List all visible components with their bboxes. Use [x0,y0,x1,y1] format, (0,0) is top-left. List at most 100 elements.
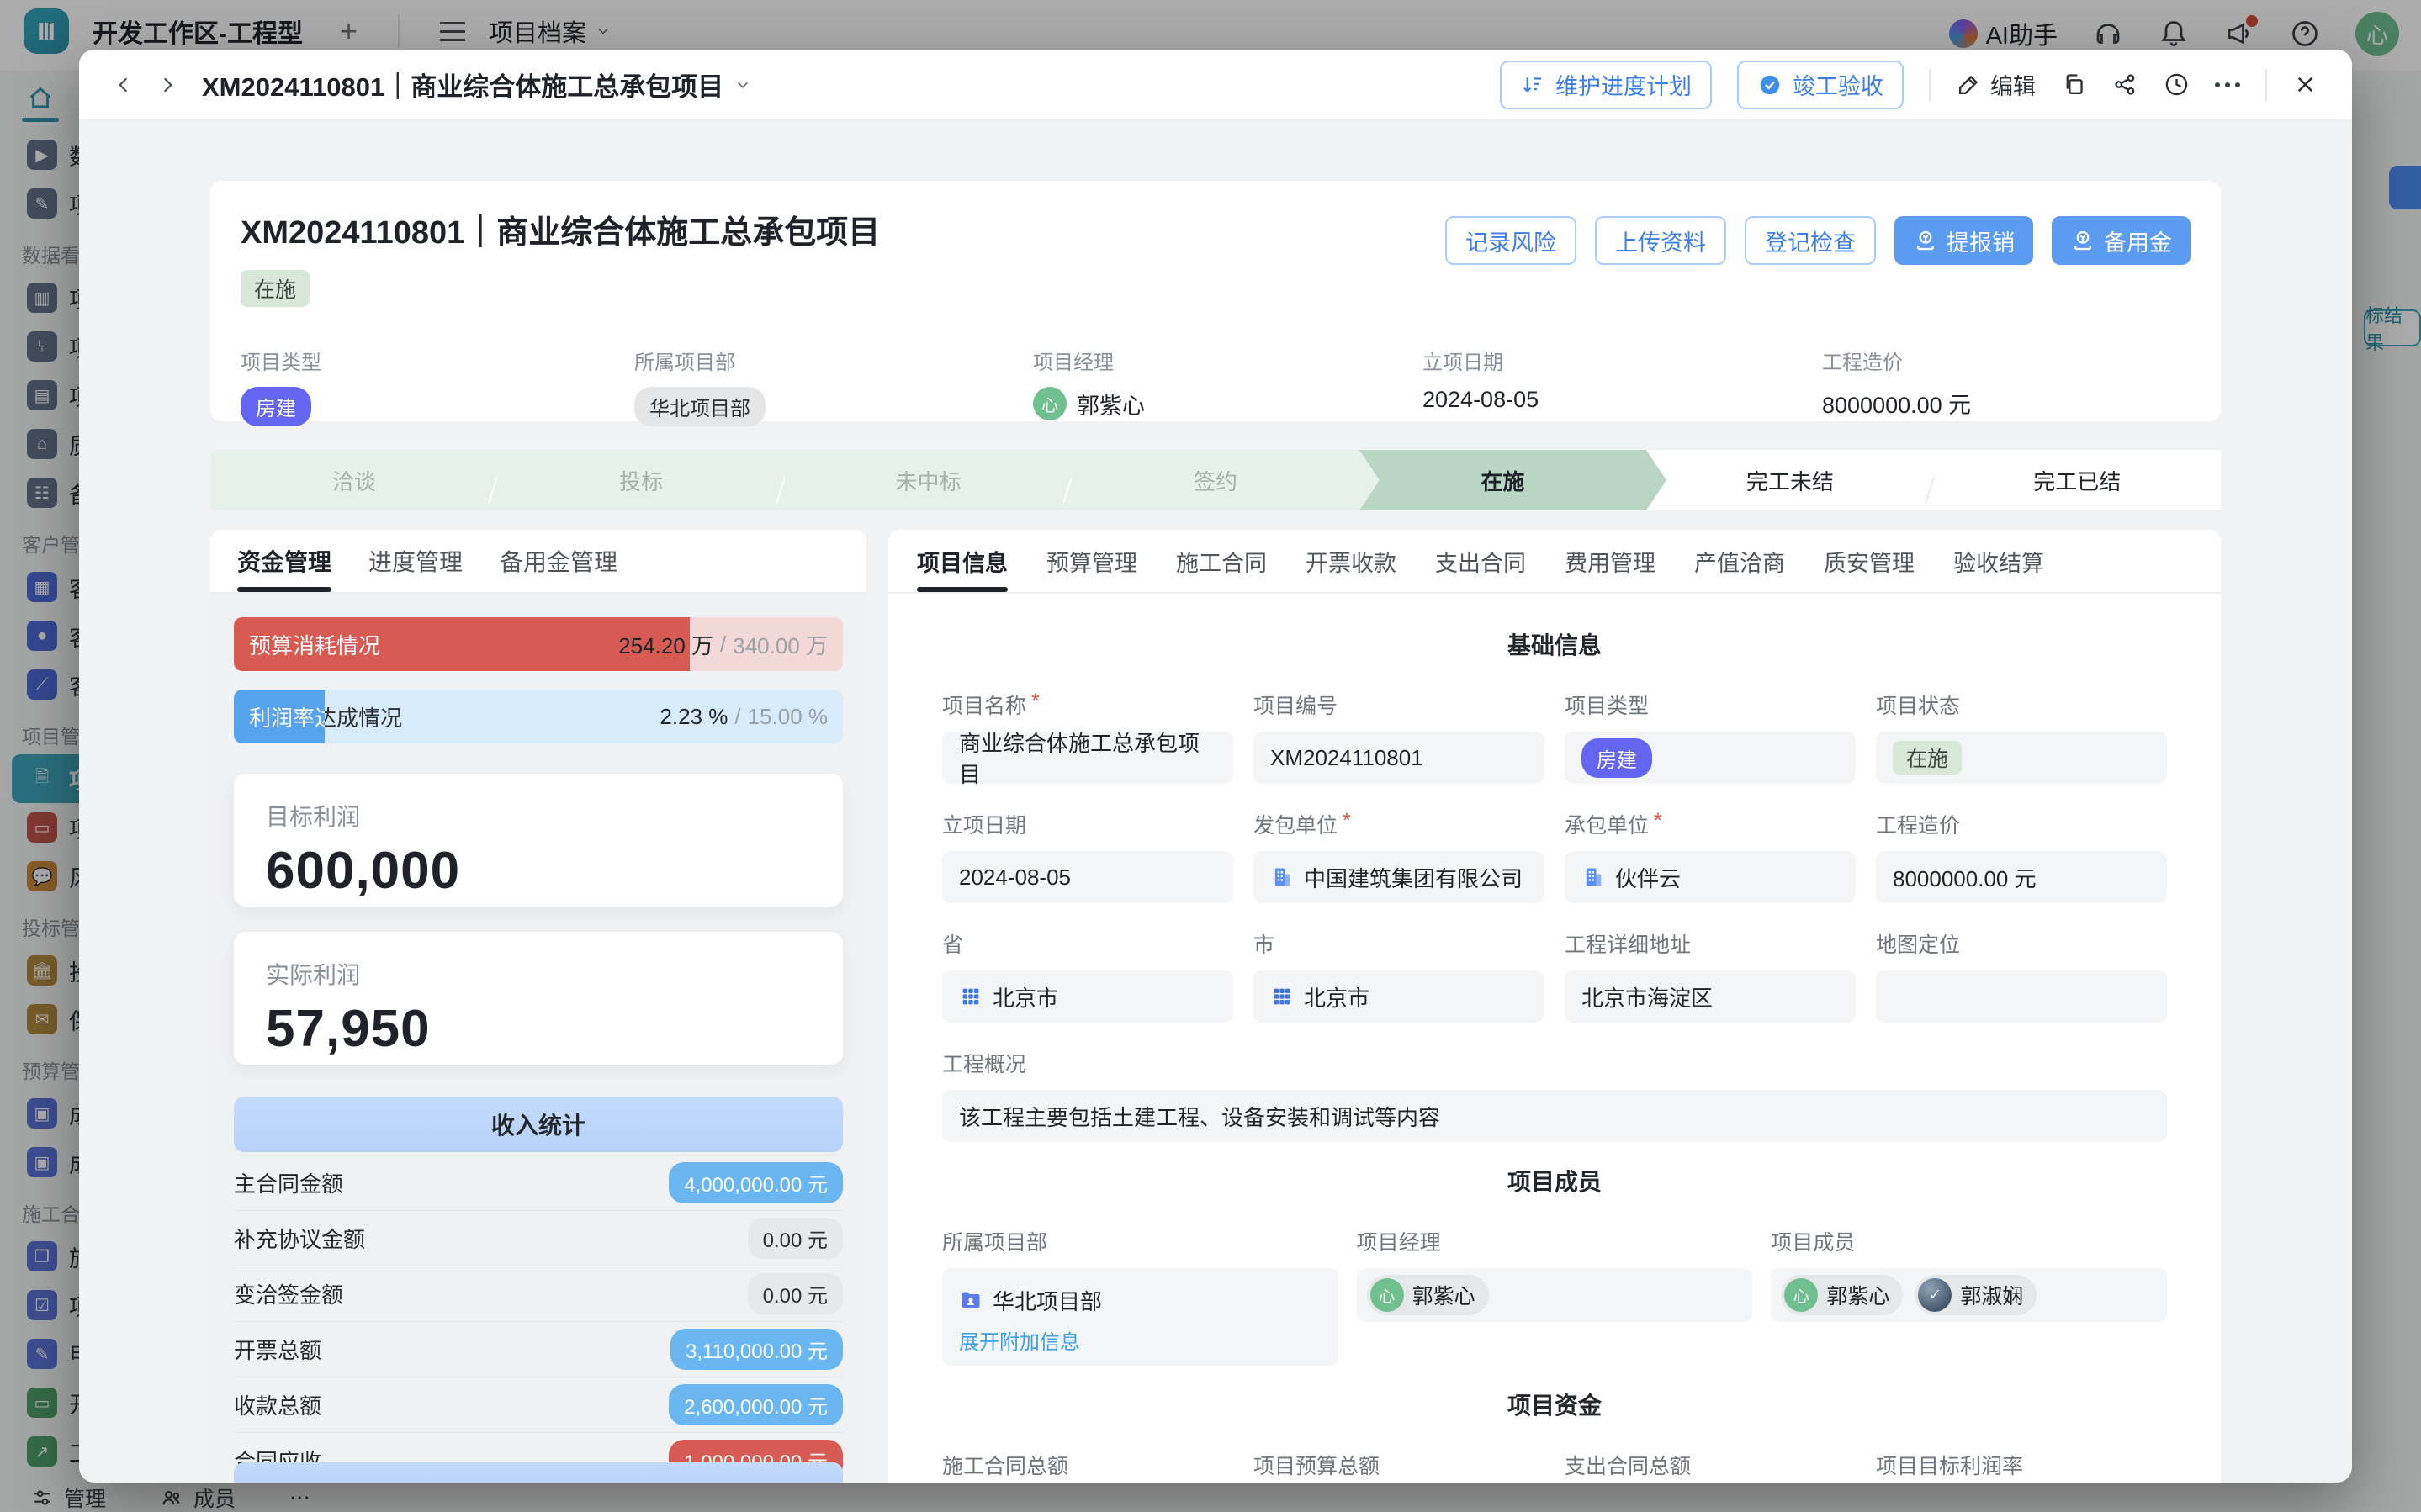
history-button[interactable] [2164,71,2190,98]
section-title-members: 项目成员 [942,1164,2167,1197]
next-section-header-sliver [234,1462,843,1483]
submit-expense-button[interactable]: 提报销 [1894,216,2033,265]
grid-icon [1270,985,1294,1008]
register-inspection-button[interactable]: 登记检查 [1745,216,1876,265]
section-title-funds: 项目资金 [942,1388,2167,1421]
field-contractor-company: 承包单位 伙伴云 [1565,809,1856,903]
tab-budget-management[interactable]: 预算管理 [1046,530,1137,592]
project-type-tag: 房建 [241,387,311,426]
maintain-schedule-button[interactable]: 维护进度计划 [1500,61,1712,109]
field-project-code: 项目编号 XM2024110801 [1253,690,1544,784]
stage-in-construction-active[interactable]: 在施 [1359,450,1646,510]
pencil-icon [1956,71,1982,98]
avatar: ✓ [1918,1278,1952,1312]
actual-profit-card: 实际利润 57,950 [234,932,843,1065]
field-project-manager: 项目经理 心 郭紫心 [1357,1226,1753,1366]
department-tag: 华北项目部 [634,387,766,426]
tab-progress-management[interactable]: 进度管理 [368,530,463,592]
project-status-tag: 在施 [1893,741,1962,775]
tab-invoice-collection[interactable]: 开票收款 [1306,530,1396,592]
income-row: 主合同金额 4,000,000.00 元 [234,1155,843,1211]
field-project-overview: 工程概况 该工程主要包括土建工程、设备安装和调试等内容 [942,1048,2167,1142]
project-title: XM2024110801｜商业综合体施工总承包项目 [241,206,880,252]
copy-button[interactable] [2061,71,2087,98]
project-type-tag: 房建 [1581,738,1652,778]
amount-badge: 0.00 元 [748,1218,843,1259]
record-risk-button[interactable]: 记录风险 [1445,216,1576,265]
income-row: 开票总额 3,110,000.00 元 [234,1322,843,1377]
tab-construction-contract[interactable]: 施工合同 [1176,530,1267,592]
finance-panel: 资金管理 进度管理 备用金管理 预算消耗情况 254.20 万 / 340.00… [210,530,866,1483]
folder-user-icon [959,1288,983,1312]
budget-consumption-bar: 预算消耗情况 254.20 万 / 340.00 万 [234,617,843,671]
section-title-basic-info: 基础信息 [942,627,2167,661]
summary-field-project-cost: 工程造价 8000000.00 元 [1822,346,1971,420]
field-city: 市 北京市 [1253,928,1544,1023]
income-row: 收款总额 2,600,000.00 元 [234,1377,843,1433]
project-summary-card: XM2024110801｜商业综合体施工总承包项目 在施 记录风险 上传资料 登… [210,181,2221,421]
field-project-members: 项目成员 心 郭紫心 ✓ 郭淑娴 [1771,1226,2167,1366]
close-icon [2292,71,2318,98]
member-chip: ✓ 郭淑娴 [1915,1275,2037,1315]
tab-output-negotiation[interactable]: 产值洽商 [1694,530,1785,592]
income-row: 变洽签金额 0.00 元 [234,1266,843,1322]
field-project-status: 项目状态 在施 [1876,690,2167,784]
field-map-location: 地图定位 [1876,928,2167,1023]
stage-bidding[interactable]: 投标 [497,450,784,510]
close-button[interactable] [2292,71,2318,98]
share-button[interactable] [2112,71,2138,98]
stage-complete-settled[interactable]: 完工已结 [1934,450,2221,510]
copy-icon [2061,71,2087,98]
prev-record-button[interactable] [113,74,135,96]
project-detail-modal: XM2024110801｜商业综合体施工总承包项目 维护进度计划 竣工验收 编辑 [79,50,2352,1483]
tab-quality-safety[interactable]: 质安管理 [1824,530,1915,592]
upload-material-button[interactable]: 上传资料 [1595,216,1726,265]
header-divider [1929,69,1931,101]
expand-additional-info-link[interactable]: 展开附加信息 [959,1325,1080,1355]
chevron-down-icon[interactable] [734,76,752,94]
avatar: 心 [1033,387,1067,420]
sort-list-icon [1520,72,1545,98]
next-record-button[interactable] [156,74,178,96]
tab-acceptance-settlement[interactable]: 验收结算 [1953,530,2044,592]
field-project-name: 项目名称 商业综合体施工总承包项目 [942,690,1233,784]
tab-expense-contract[interactable]: 支出合同 [1435,530,1526,592]
field-department: 所属项目部 华北项目部 展开附加信息 [942,1226,1338,1366]
summary-field-department: 所属项目部 华北项目部 [634,346,766,426]
more-actions-button[interactable] [2215,82,2240,87]
clock-icon [2164,71,2190,98]
field-start-date: 立项日期 2024-08-05 [942,809,1233,903]
money-icon [1913,228,1938,253]
share-icon [2112,71,2138,98]
stage-negotiation[interactable]: 洽谈 [210,450,497,510]
summary-field-project-type: 项目类型 房建 [241,346,321,426]
member-chip: 心 郭紫心 [1367,1275,1489,1315]
project-stage-stepper: 洽谈 投标 未中标 签约 在施 完工未结 完工已结 [210,450,2221,510]
amount-badge: 2,600,000.00 元 [669,1384,843,1425]
tab-fund-management[interactable]: 资金管理 [237,530,331,592]
money-icon [2070,228,2095,253]
seal-check-icon [1757,72,1783,98]
building-icon [1581,865,1605,889]
grid-icon [959,985,983,1008]
field-client-company: 发包单位 中国建筑集团有限公司 [1253,809,1544,903]
member-chip: 心 郭紫心 [1781,1275,1903,1315]
stage-complete-unsettled[interactable]: 完工未结 [1646,450,1933,510]
completion-acceptance-button[interactable]: 竣工验收 [1737,61,1904,109]
edit-button[interactable]: 编辑 [1956,68,2036,101]
header-divider [2265,69,2267,101]
field-expense-contract-total: 支出合同总额 3,630,000.00 元 [1565,1450,1856,1483]
stage-not-won[interactable]: 未中标 [785,450,1072,510]
building-icon [1270,865,1294,889]
tab-project-info[interactable]: 项目信息 [917,530,1008,592]
field-target-profit-rate: 项目目标利润率 15.00% [1876,1450,2167,1483]
tab-fee-management[interactable]: 费用管理 [1565,530,1655,592]
stage-signed[interactable]: 签约 [1072,450,1359,510]
avatar: 心 [1784,1278,1818,1312]
summary-field-start-date: 立项日期 2024-08-05 [1422,346,1539,413]
avatar: 心 [1370,1278,1404,1312]
tab-reserve-management[interactable]: 备用金管理 [500,530,617,592]
field-province: 省 北京市 [942,928,1233,1023]
income-row: 补充协议金额 0.00 元 [234,1211,843,1266]
reserve-fund-button[interactable]: 备用金 [2052,216,2191,265]
